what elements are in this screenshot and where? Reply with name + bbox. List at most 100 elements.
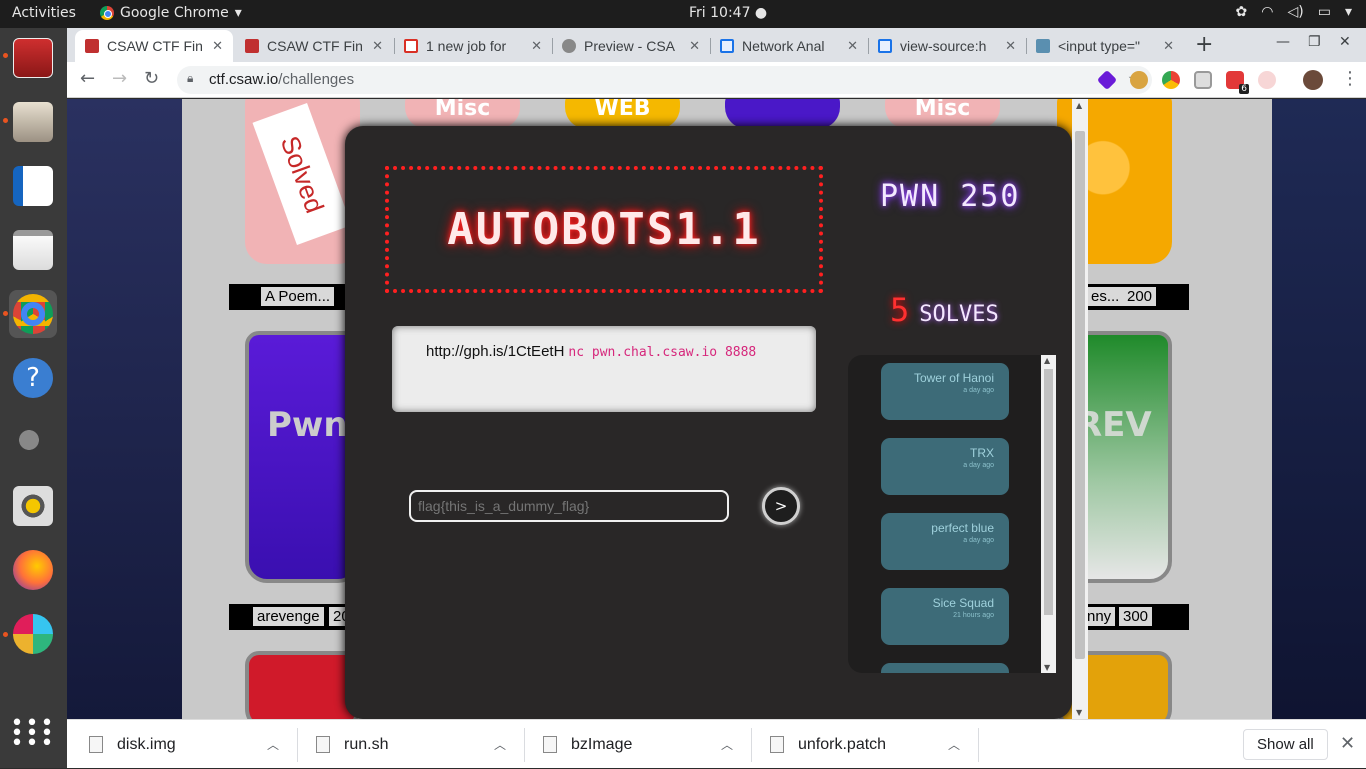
- close-window-icon[interactable]: ✕: [1339, 34, 1351, 50]
- tab-csaw-2[interactable]: CSAW CTF Fin ✕: [235, 30, 393, 62]
- challenge-description: http://gph.is/1CtEetH nc pwn.chal.csaw.io…: [392, 326, 816, 412]
- dock-speaker-icon[interactable]: [9, 482, 57, 530]
- activities-button[interactable]: Activities: [12, 5, 76, 21]
- solver-card[interactable]: Sice Squad 21 hours ago: [881, 588, 1009, 645]
- close-tab-icon[interactable]: ✕: [531, 38, 542, 54]
- download-item[interactable]: disk.img ︿: [89, 720, 297, 769]
- close-tab-icon[interactable]: ✕: [1163, 38, 1174, 54]
- close-tab-icon[interactable]: ✕: [1005, 38, 1016, 54]
- download-filename: unfork.patch: [798, 735, 887, 753]
- dock-firefox-icon[interactable]: [9, 546, 57, 594]
- chevron-down-icon: ▾: [234, 5, 242, 21]
- solver-card[interactable]: perfect blue a day ago: [881, 513, 1009, 570]
- system-tray[interactable]: ✿ ◠ ◁) ▭ ▾: [1236, 4, 1352, 20]
- profile-avatar[interactable]: [1303, 70, 1323, 90]
- scroll-down-icon[interactable]: ▼: [1076, 708, 1082, 717]
- app-menu[interactable]: Google Chrome ▾: [100, 5, 242, 21]
- submit-flag-button[interactable]: >: [762, 487, 800, 525]
- extension-todoist-icon[interactable]: 6: [1226, 71, 1249, 94]
- tab-input-type[interactable]: <input type=" ✕: [1026, 30, 1184, 62]
- dock-chrome-icon[interactable]: [9, 290, 57, 338]
- app-name: Google Chrome: [120, 5, 229, 21]
- dock-text-editor-icon[interactable]: [9, 226, 57, 274]
- scroll-thumb[interactable]: [1075, 131, 1085, 659]
- show-applications-icon[interactable]: ••• ••• •••: [9, 710, 57, 758]
- solvers-list[interactable]: Tower of Hanoi a day ago TRX a day ago p…: [848, 355, 1056, 673]
- scroll-down-icon[interactable]: ▼: [1044, 663, 1050, 672]
- scroll-up-icon[interactable]: ▲: [1076, 101, 1082, 110]
- description-link[interactable]: http://gph.is/1CtEetH: [426, 343, 564, 360]
- solver-card[interactable]: Tower of Hanoi a day ago: [881, 363, 1009, 420]
- running-indicator: [3, 53, 8, 58]
- power-menu-icon[interactable]: ▾: [1345, 4, 1352, 20]
- chevron-up-icon[interactable]: ︿: [267, 736, 279, 753]
- show-all-button[interactable]: Show all: [1243, 729, 1328, 760]
- dock-terminal-icon[interactable]: [9, 34, 57, 82]
- close-tab-icon[interactable]: ✕: [689, 38, 700, 54]
- extension-color-icon[interactable]: [1162, 71, 1180, 89]
- dock-gimp-icon[interactable]: [9, 418, 57, 466]
- battery-icon[interactable]: ▭: [1318, 4, 1331, 20]
- minimize-icon[interactable]: —: [1276, 34, 1290, 50]
- close-tab-icon[interactable]: ✕: [847, 38, 858, 54]
- maximize-icon[interactable]: ❐: [1308, 34, 1321, 50]
- dock-files-icon[interactable]: [9, 98, 57, 146]
- tab-csaw-1[interactable]: CSAW CTF Fin ✕: [75, 30, 233, 62]
- wifi-icon[interactable]: ◠: [1261, 4, 1273, 20]
- solver-name: TRX: [970, 446, 994, 460]
- tab-title: Preview - CSA: [584, 38, 676, 54]
- file-icon: [316, 736, 330, 753]
- dock-help-icon[interactable]: ?: [9, 354, 57, 402]
- challenge-name-label[interactable]: es...: [1087, 287, 1124, 306]
- downloads-bar: disk.img ︿ run.sh ︿ bzImage ︿ unfork.pat…: [67, 719, 1366, 768]
- challenge-name-label[interactable]: A Poem...: [261, 287, 335, 306]
- chevron-up-icon[interactable]: ︿: [948, 736, 960, 753]
- flag-input[interactable]: [409, 490, 729, 522]
- dock-slack-icon[interactable]: [9, 610, 57, 658]
- code-icon: [720, 39, 734, 53]
- challenge-points-label[interactable]: 200: [1123, 287, 1157, 306]
- challenge-can-misc-1[interactable]: Misc: [405, 99, 520, 129]
- challenge-can-pwn[interactable]: Pwn: [245, 331, 360, 583]
- page-scrollbar[interactable]: ▲ ▼: [1072, 99, 1088, 719]
- tab-network-analysis[interactable]: Network Anal ✕: [710, 30, 868, 62]
- volume-icon[interactable]: ◁): [1288, 4, 1304, 20]
- back-icon[interactable]: ←: [80, 68, 95, 89]
- extension-cookie-icon[interactable]: [1130, 71, 1148, 89]
- new-tab-button[interactable]: +: [1195, 32, 1213, 57]
- challenge-can-web-1[interactable]: WEB: [565, 99, 680, 129]
- clock[interactable]: Fri 10:47 ●: [689, 5, 767, 21]
- challenge-can-poem[interactable]: Solved: [245, 99, 360, 264]
- url-path: /challenges: [278, 71, 355, 88]
- close-tab-icon[interactable]: ✕: [372, 38, 383, 54]
- reload-icon[interactable]: ↻: [144, 68, 159, 89]
- tab-view-source[interactable]: view-source:h ✕: [868, 30, 1026, 62]
- address-bar[interactable]: 🔒︎ ctf.csaw.io/challenges ☆: [177, 66, 1152, 94]
- download-item[interactable]: bzImage ︿: [543, 720, 751, 769]
- solvers-scrollbar[interactable]: ▲ ▼: [1041, 355, 1056, 673]
- solver-card[interactable]: TRX a day ago: [881, 438, 1009, 495]
- challenge-can-solved-2[interactable]: [725, 99, 840, 129]
- forward-icon[interactable]: →: [112, 68, 127, 89]
- extension-box-icon[interactable]: [1194, 71, 1212, 89]
- tab-gmail[interactable]: 1 new job for ✕: [394, 30, 552, 62]
- solver-card[interactable]: [881, 663, 1009, 673]
- tab-preview[interactable]: Preview - CSA ✕: [552, 30, 710, 62]
- challenge-can-red[interactable]: [245, 651, 360, 719]
- challenge-can-misc-2[interactable]: Misc: [885, 99, 1000, 129]
- close-tab-icon[interactable]: ✕: [212, 38, 223, 54]
- dock-writer-icon[interactable]: [9, 162, 57, 210]
- scroll-thumb[interactable]: [1044, 369, 1053, 615]
- menu-kebab-icon[interactable]: ⋮: [1341, 68, 1359, 89]
- challenge-points-label[interactable]: 300: [1119, 607, 1153, 626]
- chevron-up-icon[interactable]: ︿: [721, 736, 733, 753]
- scroll-up-icon[interactable]: ▲: [1044, 356, 1050, 365]
- gnome-icon[interactable]: ✿: [1236, 4, 1248, 20]
- extension-arrow-icon[interactable]: [1258, 71, 1276, 89]
- download-item[interactable]: run.sh ︿: [316, 720, 524, 769]
- chevron-up-icon[interactable]: ︿: [494, 736, 506, 753]
- lock-icon[interactable]: 🔒︎: [187, 71, 193, 86]
- challenge-name-label[interactable]: arevenge: [253, 607, 324, 626]
- download-item[interactable]: unfork.patch ︿: [770, 720, 978, 769]
- close-downloads-icon[interactable]: ✕: [1340, 733, 1355, 754]
